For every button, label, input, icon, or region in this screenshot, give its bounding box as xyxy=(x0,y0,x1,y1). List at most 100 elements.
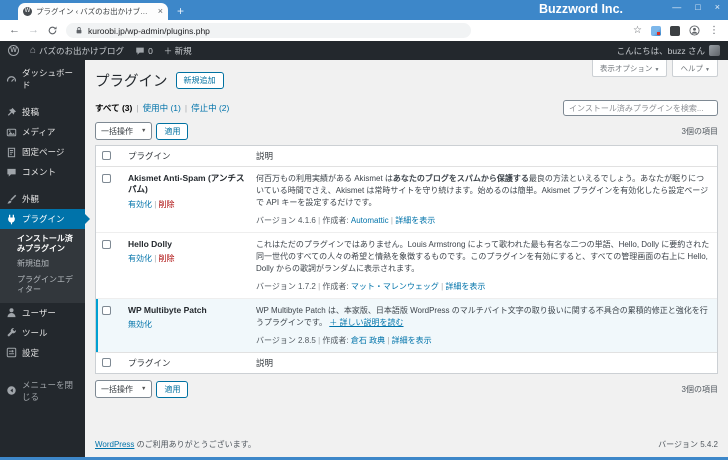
footer-thanks: WordPress のご利用ありがとうございます。 xyxy=(95,440,256,449)
maximize-button[interactable]: □ xyxy=(695,2,700,12)
apply-button-bottom[interactable]: 適用 xyxy=(156,380,189,398)
author-link[interactable]: 倉石 政典 xyxy=(351,336,385,345)
admin-sidebar: ダッシュボード 投稿 メディア 固定ページ コメント 外観 プラグイン インスト… xyxy=(0,60,90,457)
wordpress-logo-icon[interactable]: W xyxy=(8,45,19,56)
site-name: バズのお出かけブログ xyxy=(39,45,125,56)
minimize-button[interactable]: — xyxy=(672,2,681,12)
separator: | xyxy=(387,336,390,345)
plugins-table: プラグイン 説明 Akismet Anti-Spam (アンチスパム) 有効化 … xyxy=(95,145,718,374)
plugin-name: Akismet Anti-Spam (アンチスパム) xyxy=(128,173,245,195)
plugin-meta: バージョン 2.8.5 | 作成者: 倉石 政典 | 詳細を表示 xyxy=(256,335,711,346)
author-label: 作成者: xyxy=(322,216,351,225)
submenu-plugin-editor[interactable]: プラグインエディター xyxy=(0,272,85,298)
plugin-name: WP Multibyte Patch xyxy=(128,305,207,315)
sidebar-label: ユーザー xyxy=(22,307,56,318)
extension-dark-icon[interactable] xyxy=(670,25,680,36)
browser-menu-icon[interactable]: ⋮ xyxy=(709,25,719,36)
delete-link[interactable]: 削除 xyxy=(159,200,175,209)
row-checkbox[interactable] xyxy=(102,240,111,249)
admin-bar-site-link[interactable]: ⌂ バズのお出かけブログ xyxy=(30,45,124,57)
pages-icon xyxy=(6,147,17,158)
author-link[interactable]: マット・マレンウェッグ xyxy=(351,282,439,291)
admin-bar-new-button[interactable]: ＋ 新規 xyxy=(164,45,192,57)
close-button[interactable]: × xyxy=(715,2,720,12)
sidebar-label: メニューを閉じる xyxy=(22,379,74,402)
howdy-greeting[interactable]: こんにちは、buzz さん xyxy=(617,45,705,57)
activate-link[interactable]: 有効化 xyxy=(128,254,152,263)
delete-link[interactable]: 削除 xyxy=(159,254,175,263)
submenu-installed-plugins[interactable]: インストール済みプラグイン xyxy=(0,231,85,257)
media-icon xyxy=(6,127,17,138)
help-button[interactable]: ヘルプ ▼ xyxy=(672,60,718,77)
sidebar-label: ツール xyxy=(22,327,48,338)
table-row-active: WP Multibyte Patch 無効化 WP Multibyte Patc… xyxy=(96,299,717,352)
address-bar[interactable]: kuroobi.jp/wp-admin/plugins.php xyxy=(66,23,471,38)
back-icon[interactable]: ← xyxy=(9,25,20,36)
column-header-plugin[interactable]: プラグイン xyxy=(128,150,248,162)
profile-icon[interactable] xyxy=(689,25,700,36)
view-details-link[interactable]: 詳細を表示 xyxy=(445,282,485,291)
help-label: ヘルプ xyxy=(680,63,703,73)
column-footer-description: 説明 xyxy=(256,358,274,368)
sidebar-item-tools[interactable]: ツール xyxy=(0,323,85,343)
sidebar-item-comments[interactable]: コメント xyxy=(0,162,85,182)
search-plugins-input[interactable] xyxy=(563,100,718,116)
row-checkbox[interactable] xyxy=(102,174,111,183)
column-footer-plugin[interactable]: プラグイン xyxy=(128,357,248,369)
table-row: Akismet Anti-Spam (アンチスパム) 有効化 | 削除 何百万も… xyxy=(96,167,717,233)
apply-button[interactable]: 適用 xyxy=(156,122,189,140)
tab-close-icon[interactable]: × xyxy=(158,7,163,16)
read-more-link[interactable]: ＋ 詳しい説明を読む xyxy=(329,318,403,327)
pin-icon xyxy=(6,107,17,118)
row-checkbox[interactable] xyxy=(102,306,111,315)
collapse-menu-button[interactable]: メニューを閉じる xyxy=(0,375,85,407)
browser-tab[interactable]: W プラグイン ‹ バズのお出かけブログ — W × xyxy=(18,3,168,20)
dashboard-icon xyxy=(6,74,17,85)
author-link[interactable]: Automattic xyxy=(351,216,389,225)
add-new-plugin-button[interactable]: 新規追加 xyxy=(175,72,224,89)
wordpress-link[interactable]: WordPress xyxy=(95,440,134,449)
users-icon xyxy=(6,307,17,318)
plugin-description: これはただのプラグインではありません。Louis Armstrong によって歌… xyxy=(256,240,710,273)
submenu-add-new[interactable]: 新規追加 xyxy=(0,257,85,272)
filter-all[interactable]: すべて (3) xyxy=(95,102,132,114)
bookmark-star-icon[interactable]: ☆ xyxy=(633,25,642,36)
deactivate-link[interactable]: 無効化 xyxy=(128,320,152,329)
wp-admin-bar: W ⌂ バズのお出かけブログ 0 ＋ 新規 こんにちは、buzz さん xyxy=(0,41,728,60)
separator: | xyxy=(184,103,188,113)
sidebar-item-pages[interactable]: 固定ページ xyxy=(0,142,85,162)
user-avatar[interactable] xyxy=(709,45,720,56)
admin-bar-comments[interactable]: 0 xyxy=(135,46,153,56)
sidebar-item-dashboard[interactable]: ダッシュボード xyxy=(0,63,85,95)
forward-icon[interactable]: → xyxy=(28,25,39,36)
sidebar-item-settings[interactable]: 設定 xyxy=(0,343,85,363)
plugin-description: 何百万もの利用実績がある Akismet はあなたのブログをスパムから保護する最… xyxy=(256,174,709,207)
select-all-checkbox[interactable] xyxy=(102,151,111,160)
sidebar-item-users[interactable]: ユーザー xyxy=(0,303,85,323)
sidebar-item-media[interactable]: メディア xyxy=(0,122,85,142)
reload-icon[interactable] xyxy=(47,25,58,36)
view-details-link[interactable]: 詳細を表示 xyxy=(395,216,435,225)
screen-options-button[interactable]: 表示オプション ▼ xyxy=(591,60,668,77)
bulk-actions-select-bottom[interactable]: 一括操作 ▼ xyxy=(95,380,153,398)
extension-blue-icon[interactable] xyxy=(651,25,661,36)
bulk-actions-select[interactable]: 一括操作 ▼ xyxy=(95,122,153,140)
separator: | xyxy=(136,103,139,113)
brush-icon xyxy=(6,194,17,205)
filter-active[interactable]: 使用中 (1) xyxy=(143,102,181,114)
new-tab-button[interactable]: + xyxy=(177,5,184,17)
home-icon: ⌂ xyxy=(30,44,37,56)
window-controls: — □ × xyxy=(672,2,720,12)
sidebar-item-appearance[interactable]: 外観 xyxy=(0,189,85,209)
filter-inactive[interactable]: 停止中 (2) xyxy=(191,102,229,114)
plugins-submenu: インストール済みプラグイン 新規追加 プラグインエディター xyxy=(0,229,85,303)
activate-link[interactable]: 有効化 xyxy=(128,200,152,209)
sidebar-item-plugins[interactable]: プラグイン xyxy=(0,209,90,229)
bulk-actions-label: 一括操作 xyxy=(101,126,133,136)
plugin-version: バージョン 1.7.2 xyxy=(256,282,316,291)
comments-icon xyxy=(6,167,17,178)
lock-icon xyxy=(76,27,82,34)
select-all-checkbox[interactable] xyxy=(102,358,111,367)
view-details-link[interactable]: 詳細を表示 xyxy=(392,336,432,345)
sidebar-item-posts[interactable]: 投稿 xyxy=(0,102,85,122)
